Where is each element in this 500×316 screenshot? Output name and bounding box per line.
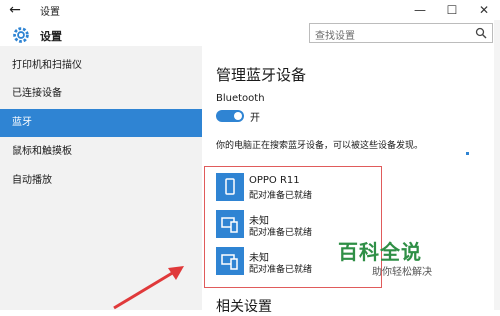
device-status: 配对准备已就绪: [249, 191, 313, 201]
toggle-state-label: 开: [250, 113, 260, 124]
bluetooth-label: Bluetooth: [216, 93, 265, 104]
sidebar-item-autoplay[interactable]: 自动播放: [0, 167, 202, 195]
search-status-text: 你的电脑正在搜索蓝牙设备，可以被这些设备发现。: [216, 141, 424, 151]
device-status: 配对准备已就绪: [249, 265, 313, 275]
close-button[interactable]: ✕: [468, 0, 500, 20]
maximize-button[interactable]: ☐: [436, 0, 468, 20]
search-icon[interactable]: [475, 27, 487, 39]
device-status: 配对准备已就绪: [249, 228, 313, 238]
progress-dot: [466, 152, 469, 155]
toggle-knob: [234, 112, 242, 120]
device-list: OPPO R11 配对准备已就绪 未知 配对准备已就绪 未知 配对准备已就绪: [204, 166, 382, 288]
sidebar-item-bluetooth[interactable]: 蓝牙: [0, 109, 202, 137]
phone-icon[interactable]: [216, 173, 244, 201]
watermark-logo: 百科全说: [338, 240, 422, 264]
app-title: 设置: [40, 30, 62, 43]
sidebar-item-mouse-touchpad[interactable]: 鼠标和触摸板: [0, 138, 202, 166]
computer-phone-icon[interactable]: [216, 247, 244, 275]
back-arrow-icon[interactable]: ←: [6, 1, 24, 19]
sidebar-item-connected-devices[interactable]: 已连接设备: [0, 80, 202, 108]
scrollbar-track[interactable]: [494, 20, 500, 310]
related-settings-heading: 相关设置: [216, 299, 272, 315]
computer-phone-icon[interactable]: [216, 210, 244, 238]
minimize-button[interactable]: —: [404, 0, 436, 20]
bluetooth-toggle[interactable]: [216, 110, 244, 122]
watermark-subtitle: 助你轻松解决: [372, 267, 432, 278]
search-input[interactable]: 查找设置: [309, 23, 493, 43]
gear-icon: [13, 27, 29, 43]
page-title: 管理蓝牙设备: [216, 66, 307, 84]
device-name[interactable]: OPPO R11: [249, 175, 300, 186]
title-bar: ← 设置 — ☐ ✕: [0, 0, 500, 20]
search-placeholder: 查找设置: [315, 31, 355, 42]
window-title: 设置: [40, 7, 60, 18]
sidebar-item-printers[interactable]: 打印机和扫描仪: [0, 52, 202, 80]
annotation-arrow-icon: [113, 266, 184, 310]
